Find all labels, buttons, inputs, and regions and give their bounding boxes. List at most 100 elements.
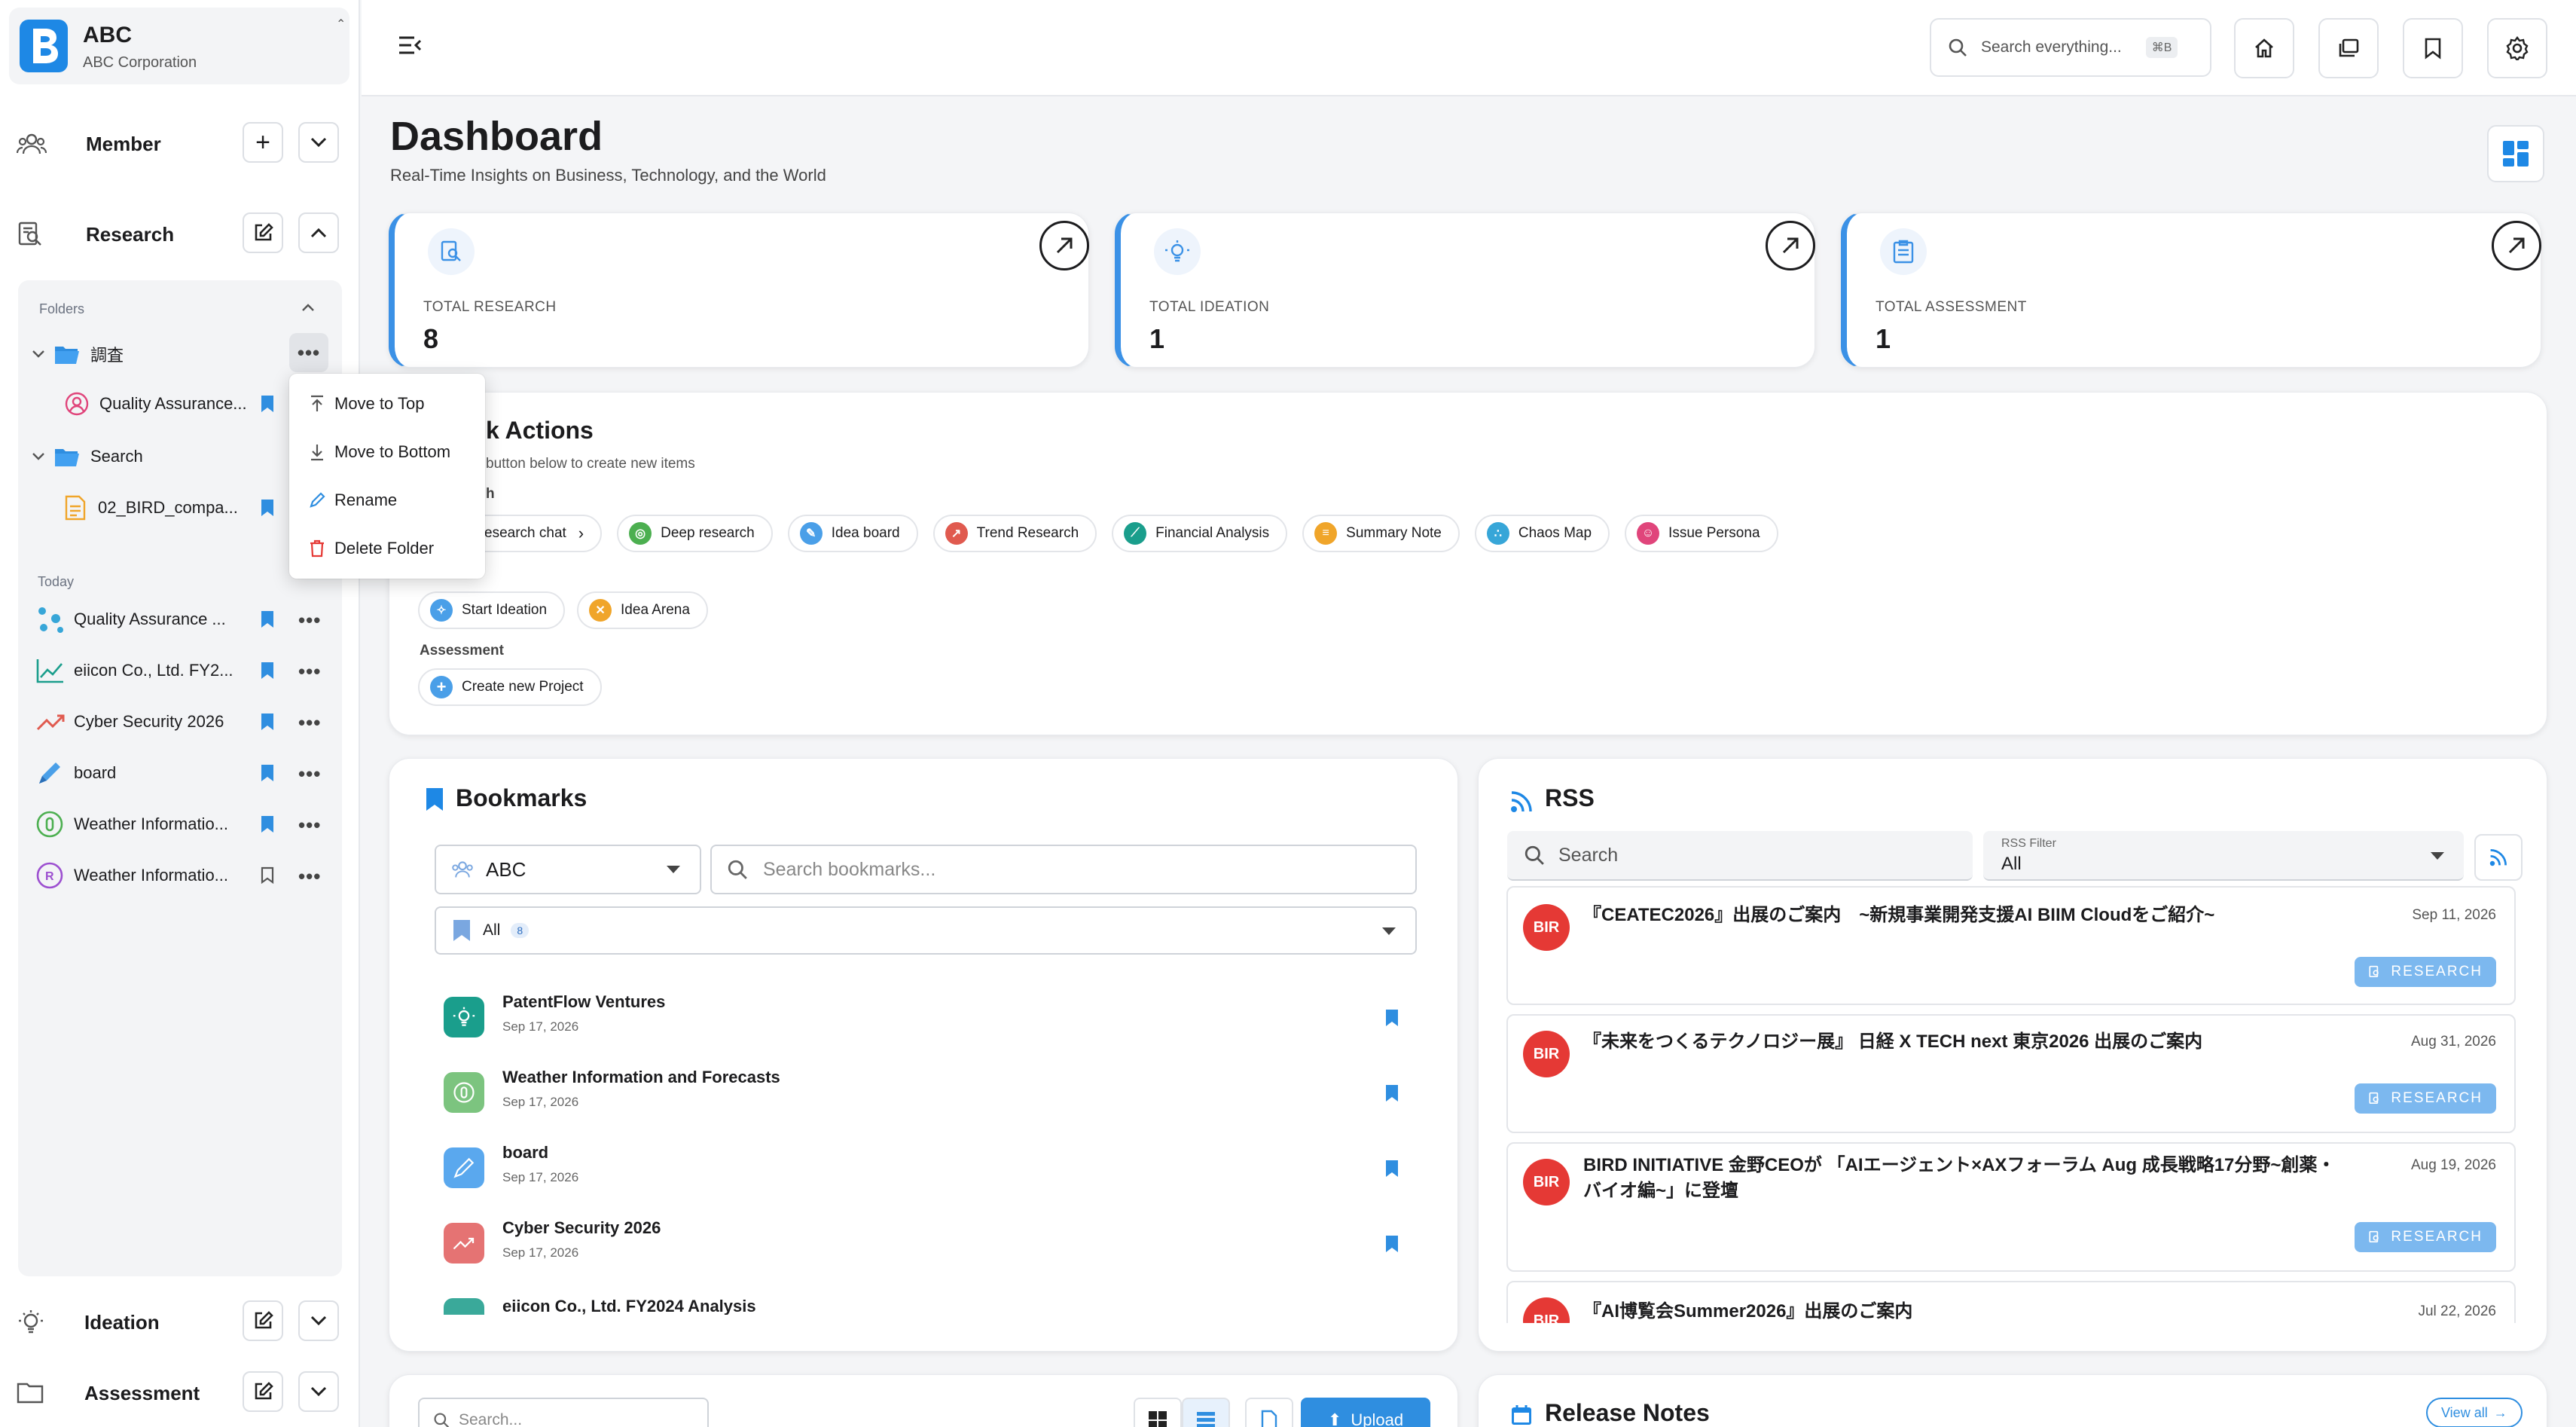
bookmark-icon[interactable] (261, 610, 274, 628)
new-ideation-button[interactable] (243, 1300, 283, 1341)
nav-ideation[interactable]: Ideation (17, 1302, 243, 1343)
chip-create-project[interactable]: + Create new Project (418, 668, 602, 706)
recent-item[interactable]: eiicon Co., Ltd. FY2... (36, 655, 233, 686)
stat-card-ideation[interactable]: TOTAL IDEATION 1 (1115, 212, 1815, 368)
new-assessment-button[interactable] (243, 1371, 283, 1412)
folder-child-item[interactable]: Quality Assurance... (65, 390, 247, 417)
folder-item[interactable]: Search (32, 443, 143, 470)
rss-item-date: Aug 31, 2026 (2410, 1034, 2496, 1050)
chip-summary-note[interactable]: ≡ Summary Note (1302, 515, 1460, 552)
menu-move-to-bottom[interactable]: Move to Bottom (289, 428, 485, 476)
library-button[interactable] (2318, 18, 2379, 78)
layout-button[interactable] (2487, 125, 2544, 182)
chip-chaos-map[interactable]: ∴ Chaos Map (1474, 515, 1610, 552)
stat-card-research[interactable]: TOTAL RESEARCH 8 (389, 212, 1089, 368)
list-item[interactable]: Weather Information and Forecasts Sep 17… (444, 1068, 1415, 1128)
bookmark-icon[interactable] (1385, 1235, 1399, 1253)
rss-feeds-button[interactable] (2474, 834, 2523, 881)
rss-icon (2489, 849, 2507, 866)
list-item[interactable]: eiicon Co., Ltd. FY2024 Analysis (444, 1294, 1415, 1315)
chip-idea-board[interactable]: ✎ Idea board (787, 515, 918, 552)
recent-item[interactable]: R Weather Informatio... (36, 860, 228, 891)
open-ideation-button[interactable] (1766, 221, 1815, 270)
research-button[interactable]: RESEARCH (2355, 1222, 2496, 1252)
ideation-expand-button[interactable] (298, 1300, 339, 1341)
chip-trend-research[interactable]: ↗ Trend Research (932, 515, 1097, 552)
chevron-up-icon[interactable] (301, 303, 315, 312)
upload-button[interactable]: ⬆ Upload (1301, 1398, 1430, 1427)
research-button[interactable]: RESEARCH (2355, 1083, 2496, 1114)
rss-item[interactable]: BIR 『未来をつくるテクノロジー展』 日経 X TECH next 東京202… (1506, 1014, 2516, 1133)
menu-delete-folder[interactable]: Delete Folder (289, 524, 485, 573)
more-icon[interactable]: ••• (298, 662, 321, 681)
nav-assessment[interactable]: Assessment (17, 1373, 243, 1413)
research-collapse-button[interactable] (298, 212, 339, 253)
rss-item[interactable]: BIR 『AI博覧会Summer2026』出展のご案内 Jul 22, 2026 (1506, 1281, 2516, 1323)
chip-start-ideation[interactable]: ✧ Start Ideation (418, 591, 566, 629)
more-icon[interactable]: ••• (298, 866, 321, 886)
assessment-expand-button[interactable] (298, 1371, 339, 1412)
list-item[interactable]: PatentFlow Ventures Sep 17, 2026 (444, 992, 1415, 1053)
bookmark-icon[interactable] (261, 713, 274, 731)
recent-item[interactable]: Cyber Security 2026 (36, 707, 224, 737)
chip-idea-arena[interactable]: ✕ Idea Arena (577, 591, 708, 629)
folder-item[interactable]: 調査 (32, 341, 124, 368)
bookmark-icon[interactable] (261, 499, 274, 517)
workspace-select[interactable]: ABC (435, 845, 701, 894)
global-search[interactable]: Search everything... ⌘B (1930, 18, 2211, 77)
bookmark-icon[interactable] (1385, 1009, 1399, 1027)
bookmark-icon[interactable] (261, 395, 274, 413)
member-expand-button[interactable] (298, 122, 339, 163)
recent-item[interactable]: board (36, 758, 116, 788)
bookmark-icon (453, 920, 470, 941)
more-icon[interactable]: ••• (298, 764, 321, 784)
document-button[interactable] (1245, 1398, 1293, 1427)
more-icon[interactable]: ••• (298, 713, 321, 732)
list-item[interactable]: Cyber Security 2026 Sep 17, 2026 (444, 1218, 1415, 1279)
open-research-button[interactable] (1039, 221, 1089, 270)
chip-issue-persona[interactable]: ☺ Issue Persona (1625, 515, 1778, 552)
list-item[interactable]: board Sep 17, 2026 (444, 1143, 1415, 1203)
bookmarks-button[interactable] (2403, 18, 2463, 78)
bookmarks-card: Bookmarks ABC Search bookmarks... All 8 … (389, 758, 1458, 1352)
bookmark-icon[interactable] (1385, 1160, 1399, 1178)
files-search[interactable]: Search... (418, 1398, 709, 1427)
home-button[interactable] (2234, 18, 2294, 78)
bookmarks-search[interactable]: Search bookmarks... (710, 845, 1417, 894)
recent-item[interactable]: Weather Informatio... (36, 809, 228, 839)
workspace-switcher[interactable]: ABC ABC Corporation ⌃ (9, 8, 349, 84)
rss-item-date: Sep 11, 2026 (2412, 907, 2496, 923)
settings-button[interactable] (2487, 18, 2547, 78)
chip-research-chat[interactable]: esearch chat › (466, 515, 603, 552)
menu-toggle-icon[interactable] (398, 35, 423, 56)
bookmark-icon[interactable] (261, 662, 274, 680)
menu-move-to-top[interactable]: Move to Top (289, 380, 485, 428)
open-assessment-button[interactable] (2492, 221, 2541, 270)
new-research-button[interactable] (243, 212, 283, 253)
view-all-button[interactable]: View all → (2426, 1398, 2523, 1427)
rss-search[interactable]: Search (1507, 831, 1973, 881)
bookmark-icon[interactable] (261, 764, 274, 782)
folder-child-item[interactable]: 02_BIRD_compa... (65, 494, 238, 521)
bookmark-outline-icon[interactable] (261, 866, 274, 885)
recent-item[interactable]: Quality Assurance ... (36, 604, 226, 634)
list-view-button[interactable] (1182, 1398, 1230, 1427)
chip-financial-analysis[interactable]: ⟋ Financial Analysis (1112, 515, 1288, 552)
expand-icon[interactable]: ⌃ (336, 17, 346, 32)
nav-research[interactable]: Research (17, 214, 243, 255)
bookmark-icon[interactable] (261, 815, 274, 833)
grid-view-button[interactable] (1134, 1398, 1182, 1427)
rss-item[interactable]: BIR 『CEATEC2026』出展のご案内 ~新規事業開発支援AI BIIM … (1506, 886, 2516, 1005)
more-icon[interactable]: ••• (298, 815, 321, 835)
chip-deep-research[interactable]: ◎ Deep research (617, 515, 773, 552)
menu-rename[interactable]: Rename (289, 476, 485, 524)
rss-filter-select[interactable]: RSS Filter All (1983, 831, 2464, 881)
add-member-button[interactable]: + (243, 122, 283, 163)
more-icon[interactable]: ••• (298, 610, 321, 630)
rss-item[interactable]: BIR BIRD INITIATIVE 金野CEOが 「AIエージェント×AXフ… (1506, 1142, 2516, 1272)
folder-more-button[interactable]: ••• (289, 333, 328, 372)
stat-card-assessment[interactable]: TOTAL ASSESSMENT 1 (1841, 212, 2541, 368)
research-button[interactable]: RESEARCH (2355, 957, 2496, 987)
bookmark-filter-select[interactable]: All 8 (435, 906, 1417, 955)
bookmark-icon[interactable] (1385, 1084, 1399, 1102)
